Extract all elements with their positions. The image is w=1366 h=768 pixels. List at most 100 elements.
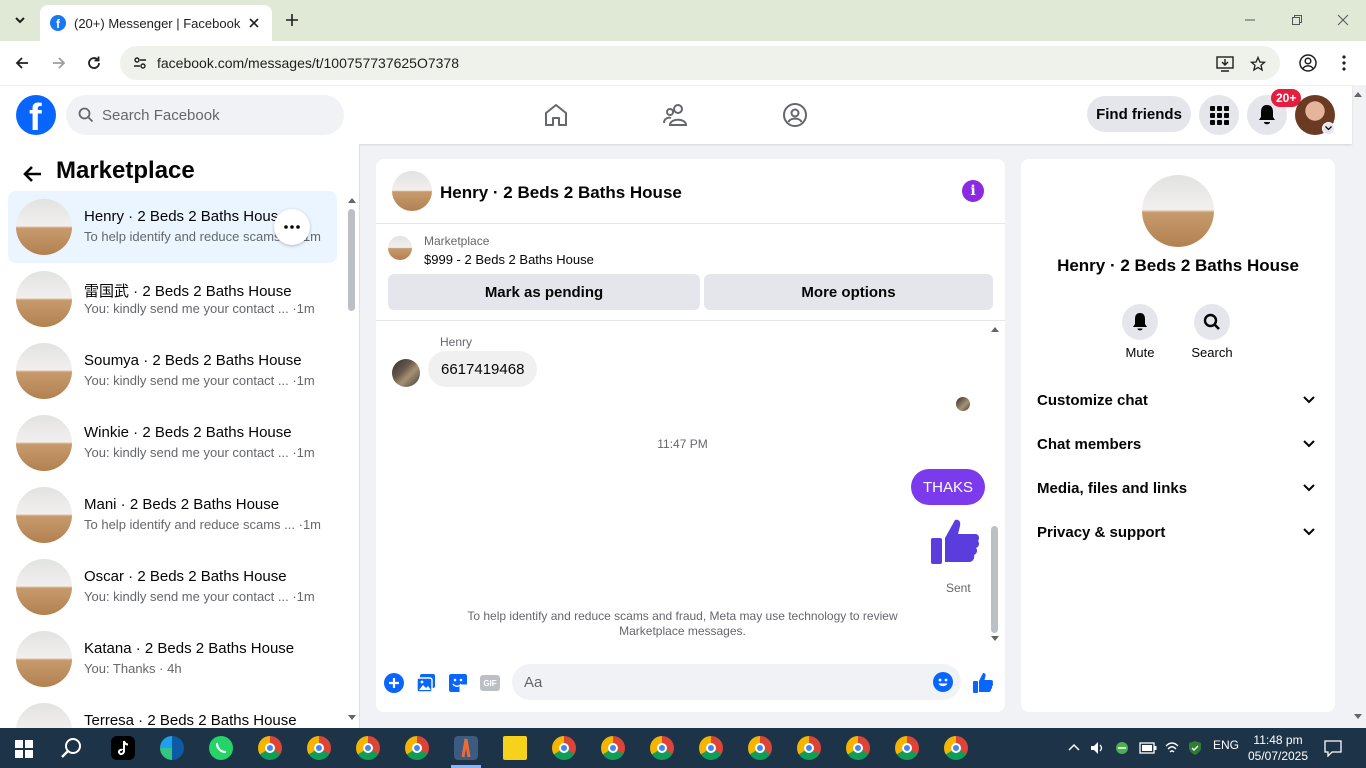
outgoing-message-bubble[interactable]: THAKS (911, 469, 986, 505)
language-indicator[interactable]: ENG (1213, 738, 1239, 752)
list-scroll-down-arrow-icon[interactable] (347, 714, 357, 722)
find-friends-button[interactable]: Find friends (1087, 96, 1191, 132)
conversation-item[interactable]: Oscar · 2 Beds 2 Baths House You: kindly… (8, 551, 337, 623)
system-clock[interactable]: 11:48 pm 05/07/2025 (1244, 732, 1312, 764)
edge-browser-icon[interactable] (160, 736, 184, 760)
chrome-icon[interactable] (748, 736, 772, 760)
conversation-item[interactable]: 雷国武 · 2 Beds 2 Baths House You: kindly s… (8, 263, 337, 335)
conversation-item[interactable]: Katana · 2 Beds 2 Baths House You: Thank… (8, 623, 337, 695)
new-tab-button[interactable] (282, 10, 302, 30)
page-scroll-up-arrow-icon[interactable] (1353, 90, 1363, 98)
chrome-icon[interactable] (552, 736, 576, 760)
sticker-button[interactable] (447, 672, 469, 694)
tab-search-button[interactable] (8, 8, 32, 32)
chrome-icon[interactable] (895, 736, 919, 760)
sender-avatar[interactable] (392, 359, 420, 387)
send-like-button[interactable] (972, 672, 994, 694)
gif-button[interactable]: GIF (479, 672, 501, 694)
volume-icon[interactable] (1089, 740, 1105, 756)
profile-button[interactable] (1296, 51, 1320, 75)
restore-button[interactable] (1287, 10, 1307, 30)
site-settings-icon[interactable] (132, 55, 148, 71)
security-shield-icon[interactable] (1187, 740, 1203, 756)
chat-avatar[interactable] (392, 171, 432, 211)
wifi-icon[interactable] (1164, 740, 1180, 756)
listing-title[interactable]: $999 - 2 Beds 2 Baths House (424, 252, 594, 267)
page-scroll-down-arrow-icon[interactable] (1353, 713, 1363, 721)
chrome-icon[interactable] (405, 736, 429, 760)
emoji-icon[interactable] (933, 672, 953, 692)
back-button[interactable] (10, 51, 34, 75)
message-input[interactable] (524, 664, 924, 700)
windows-start-icon[interactable] (15, 740, 33, 758)
minimize-button[interactable] (1240, 10, 1260, 30)
chat-title[interactable]: Henry · 2 Beds 2 Baths House (440, 183, 682, 203)
reload-button[interactable] (82, 51, 106, 75)
chrome-icon[interactable] (650, 736, 674, 760)
listing-thumbnail[interactable] (388, 236, 412, 260)
search-in-chat-button[interactable]: Search (1182, 304, 1242, 360)
thread-scroll-up-arrow-icon[interactable] (990, 325, 1000, 333)
conversation-item[interactable]: Winkie · 2 Beds 2 Baths House You: kindl… (8, 407, 337, 479)
tiktok-icon[interactable] (111, 736, 135, 760)
info-icon[interactable]: i (962, 180, 984, 202)
address-bar[interactable]: facebook.com/messages/t/100757737625O737… (120, 46, 1280, 80)
battery-icon[interactable] (1139, 742, 1157, 754)
chevron-up-icon[interactable] (1068, 743, 1080, 751)
groups-nav-button[interactable] (781, 101, 809, 129)
bookmark-button[interactable] (1248, 54, 1268, 74)
account-chevron-down-icon[interactable] (1322, 122, 1335, 135)
conversation-item[interactable]: Terresa · 2 Beds 2 Baths House (8, 695, 337, 728)
contact-avatar[interactable] (1142, 175, 1214, 247)
message-input-field[interactable] (512, 664, 961, 700)
more-options-button[interactable]: More options (704, 274, 993, 310)
chrome-icon[interactable] (356, 736, 380, 760)
chevron-down-icon (1303, 396, 1315, 404)
media-files-links-section[interactable]: Media, files and links (1029, 468, 1327, 508)
conversation-options-button[interactable] (274, 209, 310, 245)
chrome-icon[interactable] (944, 736, 968, 760)
conversation-avatar (16, 559, 72, 615)
chrome-icon[interactable] (258, 736, 282, 760)
home-nav-button[interactable] (542, 101, 570, 129)
facebook-search-input[interactable]: Search Facebook (66, 95, 344, 135)
customize-chat-section[interactable]: Customize chat (1029, 380, 1327, 420)
chrome-icon[interactable] (797, 736, 821, 760)
more-actions-button[interactable] (383, 672, 405, 694)
attach-photo-button[interactable] (415, 672, 437, 694)
list-scrollbar-thumb[interactable] (348, 209, 355, 311)
chat-members-section[interactable]: Chat members (1029, 424, 1327, 464)
thread-scroll-down-arrow-icon[interactable] (990, 635, 1000, 643)
sticky-notes-icon[interactable] (503, 736, 527, 760)
incoming-message-bubble[interactable]: 6617419468 (428, 351, 538, 387)
mute-button[interactable]: Mute (1110, 304, 1170, 360)
forward-button[interactable] (47, 51, 71, 75)
install-app-button[interactable] (1215, 54, 1235, 74)
whatsapp-icon[interactable] (209, 736, 233, 760)
chrome-icon[interactable] (699, 736, 723, 760)
mark-as-pending-button[interactable]: Mark as pending (388, 274, 700, 310)
facebook-logo-icon[interactable]: f (16, 95, 56, 135)
network-status-icon[interactable] (1114, 740, 1130, 756)
tab-close-button[interactable] (246, 15, 262, 31)
conversation-item[interactable]: Henry · 2 Beds 2 Baths House To help ide… (8, 191, 337, 263)
search-icon[interactable] (61, 737, 83, 759)
back-button[interactable] (20, 162, 44, 186)
conversation-item[interactable]: Soumya · 2 Beds 2 Baths House You: kindl… (8, 335, 337, 407)
list-scroll-up-arrow-icon[interactable] (347, 196, 357, 204)
chrome-icon[interactable] (846, 736, 870, 760)
browser-menu-button[interactable] (1332, 51, 1356, 75)
tab-title: (20+) Messenger | Facebook (74, 15, 241, 31)
app-icon[interactable] (454, 736, 478, 760)
chrome-icon[interactable] (601, 736, 625, 760)
close-window-button[interactable] (1333, 10, 1353, 30)
privacy-support-section[interactable]: Privacy & support (1029, 512, 1327, 552)
thumbs-up-icon[interactable] (929, 516, 981, 568)
conversation-item[interactable]: Mani · 2 Beds 2 Baths House To help iden… (8, 479, 337, 551)
thread-scrollbar-thumb[interactable] (991, 526, 998, 633)
browser-tab[interactable]: f (20+) Messenger | Facebook (40, 5, 272, 41)
notification-center-icon[interactable] (1324, 739, 1342, 757)
menu-button[interactable] (1199, 95, 1239, 135)
friends-nav-button[interactable] (662, 101, 690, 129)
chrome-icon[interactable] (307, 736, 331, 760)
